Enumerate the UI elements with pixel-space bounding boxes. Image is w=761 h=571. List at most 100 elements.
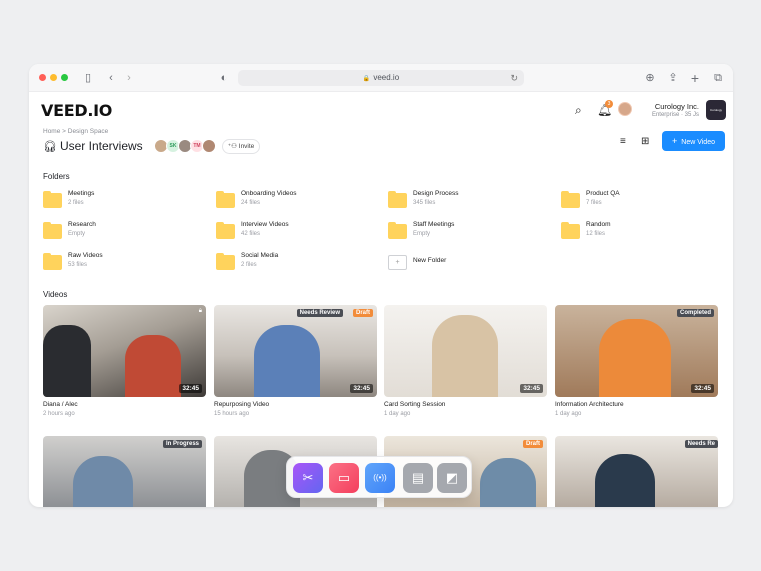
broadcast-icon[interactable]: ((•)) <box>365 463 395 493</box>
video-card[interactable]: Completed 32:45 Information Architecture… <box>555 305 718 417</box>
video-thumbnail[interactable]: Needs Review Draft 32:45 <box>214 305 377 397</box>
video-thumbnail[interactable]: In Progress <box>43 436 206 507</box>
video-title[interactable]: Repurposing Video <box>214 401 269 408</box>
minimize-window-dot[interactable] <box>50 74 57 81</box>
folder-meta: 2 files <box>68 200 84 206</box>
add-folder-icon[interactable]: ⊞ <box>641 135 649 149</box>
folder-meta: 2 files <box>241 262 257 268</box>
folder-social-media[interactable]: Social Media 2 files <box>216 252 376 276</box>
folder-icon <box>388 222 407 239</box>
folder-meta: Empty <box>413 231 431 237</box>
record-icon[interactable]: ▭ <box>329 463 359 493</box>
org-logo[interactable]: Curology <box>706 100 726 120</box>
video-title[interactable]: Diana / Alec <box>43 401 78 408</box>
video-card[interactable]: 🔒︎ 32:45 Diana / Alec 2 hours ago <box>43 305 206 417</box>
folder-meta: 53 files <box>68 262 88 268</box>
folder-meta: 24 files <box>241 200 261 206</box>
search-icon[interactable]: ⌕ <box>575 103 582 117</box>
folder-research[interactable]: Research Empty <box>43 221 203 245</box>
page-title-text: User Interviews <box>59 139 143 153</box>
folder-product-qa[interactable]: Product QA 7 files <box>561 190 721 214</box>
privacy-shield-icon[interactable]: ◐ <box>217 71 231 85</box>
folder-staff-meetings[interactable]: Staff Meetings Empty <box>388 221 548 245</box>
address-bar[interactable]: 🔒 veed.io ↻ <box>238 70 524 86</box>
status-badge-draft: Draft <box>352 309 373 317</box>
zoom-window-dot[interactable] <box>61 74 68 81</box>
person-silhouette <box>595 454 655 507</box>
video-card[interactable]: Needs Re <box>555 436 718 507</box>
reload-icon[interactable]: ↻ <box>510 70 518 86</box>
folder-meta: 345 files <box>413 200 436 206</box>
browser-window: ▯ ‹ › ◐ 🔒 veed.io ↻ ⊕ ⇪ + ⧉ VEED.IO ⌕ 🔔︎ … <box>29 64 733 507</box>
folder-design-process[interactable]: Design Process 345 files <box>388 190 548 214</box>
back-arrow-icon[interactable]: ‹ <box>104 71 118 85</box>
folder-name: Interview Videos <box>241 221 289 228</box>
video-thumbnail[interactable]: 32:45 <box>384 305 547 397</box>
browser-toolbar: ▯ ‹ › ◐ 🔒 veed.io ↻ ⊕ ⇪ + ⧉ <box>29 64 733 92</box>
folder-interview-videos[interactable]: Interview Videos 42 files <box>216 221 376 245</box>
video-title[interactable]: Information Architecture <box>555 401 624 408</box>
video-duration: 32:45 <box>520 384 543 393</box>
person-silhouette <box>125 335 181 397</box>
scissors-icon[interactable]: ✂ <box>293 463 323 493</box>
person-silhouette <box>43 325 91 397</box>
video-card[interactable]: Needs Review Draft 32:45 Repurposing Vid… <box>214 305 377 417</box>
invite-button[interactable]: ⁺⚇ Invite <box>222 139 260 154</box>
folder-icon <box>216 253 235 270</box>
new-folder-label: New Folder <box>413 257 447 264</box>
video-timestamp: 1 day ago <box>384 411 411 417</box>
folder-icon <box>43 253 62 270</box>
video-thumbnail[interactable]: Completed 32:45 <box>555 305 718 397</box>
folder-random[interactable]: Random 12 files <box>561 221 721 245</box>
video-card[interactable]: 32:45 Card Sorting Session 1 day ago <box>384 305 547 417</box>
brand-kit-icon[interactable]: ◩ <box>437 463 467 493</box>
share-icon[interactable]: ⇪ <box>666 71 680 85</box>
folder-onboarding-videos[interactable]: Onboarding Videos 24 files <box>216 190 376 214</box>
collaborator-avatar[interactable] <box>202 139 216 153</box>
video-card[interactable]: In Progress <box>43 436 206 507</box>
status-badge-needs-review: Needs Review <box>296 309 343 317</box>
folder-icon <box>216 191 235 208</box>
video-duration: 32:45 <box>691 384 714 393</box>
layout-icon[interactable]: ▤ <box>403 463 433 493</box>
veed-logo[interactable]: VEED.IO <box>41 101 112 120</box>
folder-meta: 42 files <box>241 231 261 237</box>
folder-name: Onboarding Videos <box>241 190 297 197</box>
breadcrumb[interactable]: Home > Design Space <box>43 128 108 135</box>
folder-icon <box>561 191 580 208</box>
plus-icon: + <box>672 136 678 146</box>
folder-name: Raw Videos <box>68 252 103 259</box>
folder-meetings[interactable]: Meetings 2 files <box>43 190 203 214</box>
video-thumbnail[interactable]: 🔒︎ 32:45 <box>43 305 206 397</box>
video-thumbnail[interactable]: Needs Re <box>555 436 718 507</box>
new-video-button[interactable]: + New Video <box>662 131 725 151</box>
status-badge-completed: Completed <box>676 309 714 317</box>
close-window-dot[interactable] <box>39 74 46 81</box>
video-timestamp: 15 hours ago <box>214 411 250 417</box>
new-folder-button[interactable]: + New Folder <box>388 252 548 276</box>
notification-badge: 3 <box>605 100 613 108</box>
folder-raw-videos[interactable]: Raw Videos 53 files <box>43 252 203 276</box>
url-text: veed.io <box>373 73 400 82</box>
forward-arrow-icon[interactable]: › <box>122 71 136 85</box>
add-user-icon: ⁺⚇ <box>227 143 237 150</box>
tab-overview-icon[interactable]: ⧉ <box>711 71 725 85</box>
download-icon[interactable]: ⊕ <box>643 71 657 85</box>
folder-icon <box>388 191 407 208</box>
lock-icon: 🔒 <box>362 76 371 82</box>
sidebar-toggle-icon[interactable]: ▯ <box>81 71 95 85</box>
headset-icon: 🎧︎ <box>43 141 57 153</box>
folder-name: Social Media <box>241 252 279 259</box>
sort-icon[interactable]: ≡ <box>620 135 626 149</box>
lock-icon: 🔒︎ <box>198 308 202 314</box>
person-silhouette <box>599 319 671 397</box>
person-silhouette <box>432 315 498 397</box>
new-tab-icon[interactable]: + <box>688 71 702 85</box>
video-title[interactable]: Card Sorting Session <box>384 401 445 408</box>
video-duration: 32:45 <box>350 384 373 393</box>
folder-name: Staff Meetings <box>413 221 455 228</box>
new-folder-icon: + <box>388 255 407 270</box>
status-badge-in-progress: In Progress <box>162 440 202 448</box>
org-plan: Enterprise · 35 Js <box>651 112 699 118</box>
tool-dock: ✂ ▭ ((•)) ▤ ◩ <box>286 456 472 498</box>
